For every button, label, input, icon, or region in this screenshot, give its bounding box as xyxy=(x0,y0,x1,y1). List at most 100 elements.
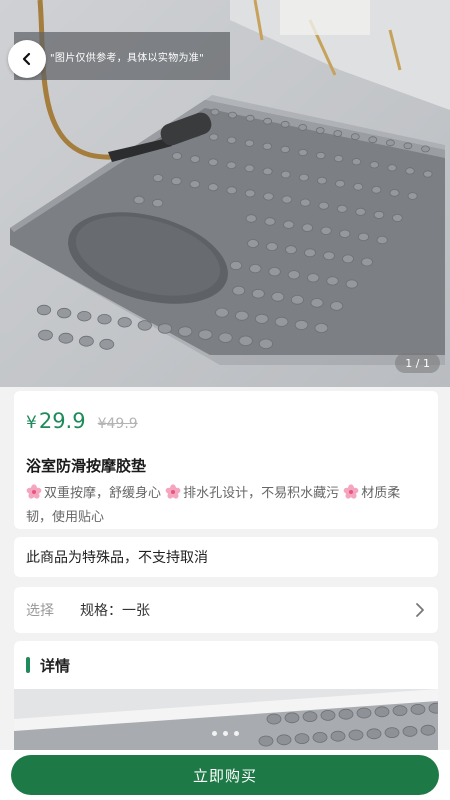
product-image[interactable]: "图片仅供参考，具体以实物为准" 1 / 1 xyxy=(0,0,450,387)
mat-bump xyxy=(314,322,329,333)
mat-bump xyxy=(209,133,219,141)
mat-bump xyxy=(271,291,285,302)
mat-bump xyxy=(254,313,269,324)
detail-heading: 详情 xyxy=(40,656,71,675)
mat-bump xyxy=(310,298,324,308)
carousel-dot xyxy=(211,731,217,736)
mat-bump xyxy=(262,142,273,150)
mat-bump xyxy=(258,735,274,747)
mat-bump xyxy=(371,186,382,194)
mat-bump xyxy=(376,235,388,245)
mat-bump xyxy=(345,279,359,289)
notice-text: 此商品为特殊品，不支持取消 xyxy=(26,550,208,566)
mat-bump xyxy=(407,192,418,200)
mat-bump xyxy=(335,179,346,188)
mat-bump xyxy=(58,332,74,344)
mat-bump xyxy=(373,210,385,219)
mat-bump xyxy=(283,220,295,229)
mat-bump xyxy=(171,152,182,160)
back-button[interactable] xyxy=(8,40,46,78)
mat-bump xyxy=(333,155,344,163)
original-price: ¥49.9 xyxy=(97,416,138,432)
mat-bump xyxy=(361,257,373,267)
mat-bump xyxy=(339,229,351,238)
mat-bump xyxy=(226,161,237,170)
mat-bump xyxy=(247,239,259,248)
mat-bump xyxy=(280,120,290,128)
mat-bump xyxy=(284,712,300,724)
image-counter: 1 / 1 xyxy=(395,353,440,373)
mat-bump xyxy=(298,173,309,182)
mat-bump xyxy=(207,183,219,192)
mat-bump xyxy=(215,307,229,318)
mat-bump xyxy=(208,158,219,167)
mat-bump xyxy=(249,263,262,274)
flower-icon xyxy=(343,484,359,500)
spec-value: 规格：一张 xyxy=(80,603,150,619)
notice-card: 此商品为特殊品，不支持取消 xyxy=(14,537,438,577)
buy-now-button[interactable]: 立即购买 xyxy=(11,755,439,795)
flower-icon xyxy=(165,484,181,500)
carousel-dot xyxy=(222,731,228,736)
mat-bump xyxy=(57,307,72,319)
mat-bump xyxy=(157,323,173,334)
mat-bump xyxy=(410,703,426,715)
mat-bump xyxy=(304,248,316,258)
mat-bump xyxy=(245,214,257,223)
detail-header: 详情 xyxy=(14,641,438,689)
mat-bump xyxy=(178,326,193,337)
currency-symbol: ¥ xyxy=(26,413,37,433)
mat-bump xyxy=(218,332,233,343)
product-description: 双重按摩，舒缓身心 排水孔设计，不易积水藏污 材质柔韧，使用贴心 xyxy=(26,482,426,530)
mat-bump xyxy=(268,267,281,277)
mat-bump xyxy=(263,117,273,125)
mat-bump xyxy=(290,294,304,305)
mat-bump xyxy=(226,136,237,144)
current-price: ¥29.9 xyxy=(26,409,86,433)
feature-text: 双重按摩，舒缓身心 xyxy=(44,486,166,501)
mat-bump xyxy=(276,734,292,746)
mat-bump xyxy=(385,139,395,147)
mat-bump xyxy=(368,136,378,144)
section-accent-bar xyxy=(26,657,30,673)
price-row: ¥29.9 ¥49.9 xyxy=(26,409,426,437)
mat-bump xyxy=(330,301,344,311)
mat-bump xyxy=(189,180,201,189)
mat-bump xyxy=(281,195,293,204)
mat-bump xyxy=(357,232,370,242)
mat-bump xyxy=(342,254,354,264)
mat-bump xyxy=(117,317,132,328)
mat-bump xyxy=(302,711,318,723)
mat-bump xyxy=(355,207,366,216)
mat-bump xyxy=(294,319,309,330)
mat-bump xyxy=(374,706,390,718)
carousel-dots xyxy=(0,731,450,736)
mat-bump xyxy=(338,708,354,720)
feature-text: 排水孔设计，不易积水藏污 xyxy=(183,486,344,501)
mat-bump xyxy=(244,139,255,147)
mat-bump xyxy=(318,201,330,210)
mat-bump xyxy=(336,204,348,213)
mat-bump xyxy=(210,108,220,116)
mat-bump xyxy=(315,127,325,134)
product-info-card: ¥29.9 ¥49.9 浴室防滑按摩胶垫 双重按摩，舒缓身心 排水孔设计，不易积… xyxy=(14,391,438,529)
mat-bump xyxy=(77,311,92,322)
mat-bump xyxy=(316,176,327,185)
mat-bump xyxy=(280,145,290,153)
mat-bump xyxy=(262,167,273,176)
mat-bump xyxy=(263,192,274,201)
mat-bump xyxy=(392,213,403,222)
mat-bump xyxy=(333,130,343,137)
mat-bump xyxy=(251,288,265,299)
mat-bump xyxy=(299,198,311,207)
spec-selector[interactable]: 选择 规格：一张 xyxy=(14,587,438,633)
chevron-left-icon xyxy=(22,52,31,66)
mat-bump xyxy=(392,705,408,717)
mat-bump xyxy=(171,177,182,186)
mat-bump xyxy=(244,189,256,198)
carousel-dot xyxy=(233,731,239,736)
image-disclaimer: "图片仅供参考，具体以实物为准" xyxy=(14,32,230,80)
mat-bump xyxy=(353,183,364,191)
mat-bump xyxy=(285,245,297,255)
mat-bump xyxy=(369,161,380,169)
